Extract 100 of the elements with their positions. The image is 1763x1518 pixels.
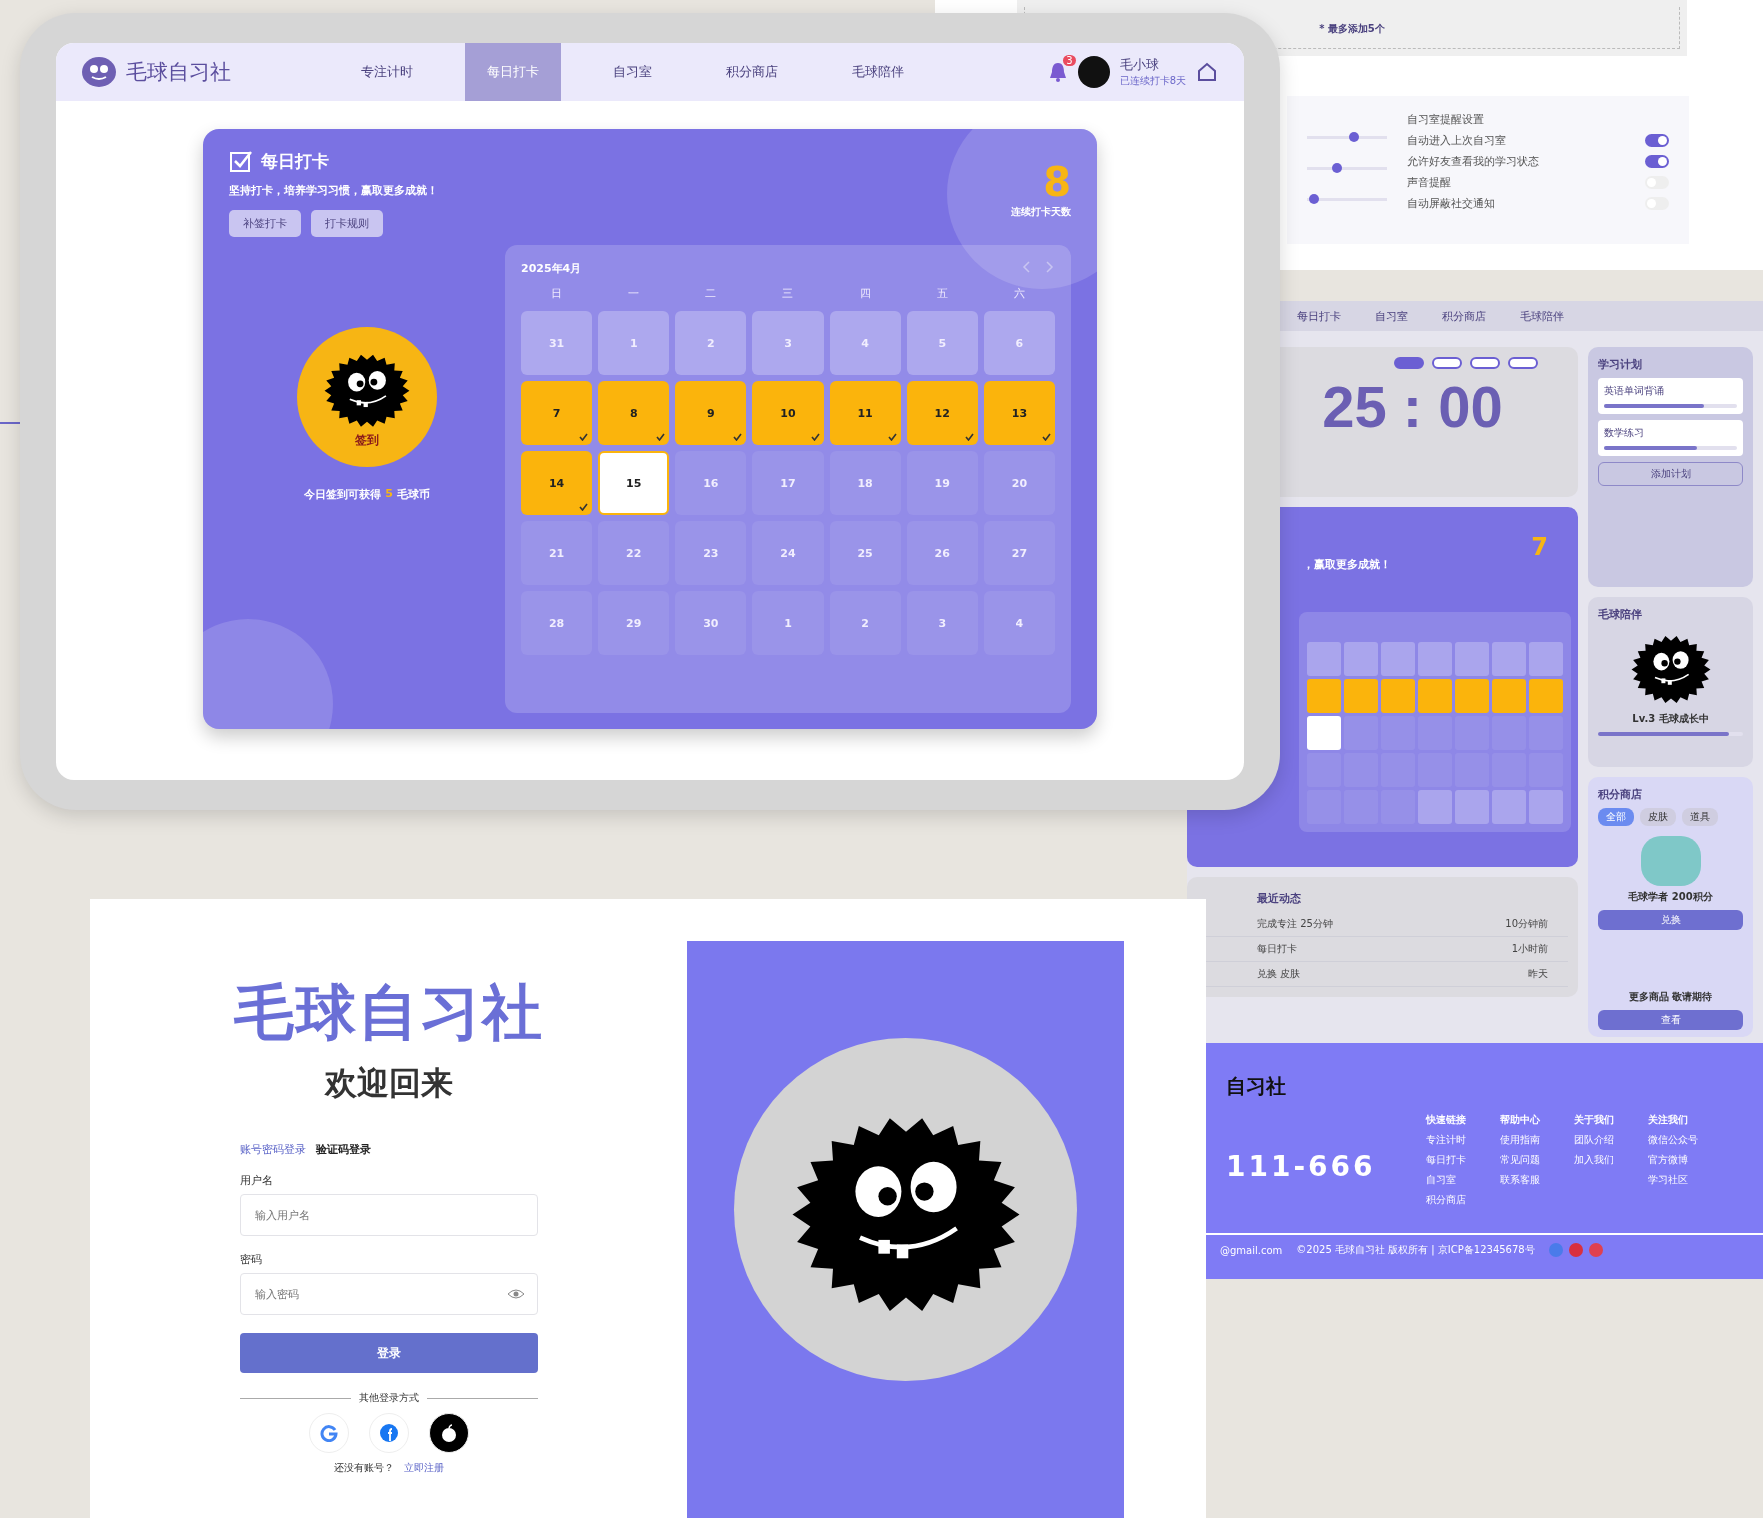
footer-link[interactable]: 使用指南 — [1500, 1133, 1566, 1147]
calendar-day[interactable]: 19 — [906, 451, 978, 515]
calendar-day[interactable]: 15 — [598, 451, 670, 515]
nav-tab[interactable]: 积分商店 — [704, 43, 800, 101]
calendar-day[interactable] — [1381, 679, 1415, 713]
task-card[interactable]: 英语单词背诵 — [1598, 378, 1743, 414]
calendar-day[interactable]: 2 — [829, 591, 901, 655]
footer-link[interactable]: 官方微博 — [1648, 1153, 1714, 1167]
calendar-day[interactable]: 9 — [675, 381, 747, 445]
nav-tab[interactable]: 每日打卡 — [465, 43, 561, 101]
calendar-day[interactable]: 21 — [521, 521, 593, 585]
footer-link[interactable]: 学习社区 — [1648, 1173, 1714, 1187]
calendar-day[interactable]: 27 — [983, 521, 1055, 585]
nav-link[interactable]: 自习室 — [1375, 308, 1408, 324]
mode-pill[interactable] — [1394, 357, 1424, 369]
calendar-day[interactable]: 12 — [906, 381, 978, 445]
nav-tab[interactable]: 毛球陪伴 — [830, 43, 926, 101]
calendar-day[interactable]: 20 — [983, 451, 1055, 515]
calendar-day[interactable] — [1529, 642, 1563, 676]
apple-button[interactable] — [428, 1413, 469, 1453]
social-icon[interactable] — [1588, 1243, 1603, 1257]
calendar-day[interactable]: 1 — [752, 591, 824, 655]
footer-link[interactable]: 常见问题 — [1500, 1153, 1566, 1167]
calendar-day[interactable]: 22 — [598, 521, 670, 585]
add-plan-button[interactable]: 添加计划 — [1598, 462, 1743, 486]
login-tab[interactable]: 账号密码登录 — [239, 1142, 306, 1157]
calendar-day[interactable]: 6 — [983, 311, 1055, 375]
password-input[interactable]: 输入密码 — [252, 1274, 507, 1314]
calendar-day[interactable] — [1492, 679, 1526, 713]
calendar-day[interactable]: 14 — [521, 451, 593, 515]
calendar-day[interactable]: 28 — [521, 591, 593, 655]
shop-tab[interactable]: 全部 — [1598, 808, 1634, 826]
social-icon[interactable] — [1548, 1243, 1563, 1257]
calendar-day[interactable]: 7 — [521, 381, 593, 445]
calendar-day[interactable] — [1492, 790, 1526, 824]
footer-link[interactable]: 团队介绍 — [1574, 1133, 1640, 1147]
calendar-day[interactable] — [1455, 642, 1489, 676]
google-button[interactable] — [308, 1413, 349, 1453]
calendar-day[interactable] — [1492, 642, 1526, 676]
mascot-badge[interactable]: 签到 — [297, 327, 437, 467]
calendar-day[interactable]: 10 — [752, 381, 824, 445]
bell-icon[interactable] — [1047, 61, 1068, 83]
calendar-day[interactable]: 4 — [829, 311, 901, 375]
facebook-button[interactable] — [368, 1413, 409, 1453]
house-icon[interactable] — [1196, 61, 1218, 83]
calendar-day[interactable] — [1344, 642, 1378, 676]
month-arrows-icon[interactable] — [1021, 261, 1055, 273]
calendar-day[interactable]: 8 — [598, 381, 670, 445]
calendar-day[interactable] — [1307, 642, 1341, 676]
task-card[interactable]: 数学练习 — [1598, 420, 1743, 456]
calendar-day[interactable] — [1344, 679, 1378, 713]
action-button[interactable]: 打卡规则 — [311, 210, 383, 237]
footer-link[interactable]: 每日打卡 — [1426, 1153, 1492, 1167]
mode-pill[interactable] — [1432, 357, 1462, 369]
calendar-day[interactable]: 3 — [752, 311, 824, 375]
nav-link[interactable]: 每日打卡 — [1297, 308, 1341, 324]
avatar[interactable] — [1077, 56, 1110, 88]
login-tab[interactable]: 验证码登录 — [315, 1142, 371, 1157]
calendar-day[interactable]: 25 — [829, 521, 901, 585]
calendar-day[interactable] — [1455, 679, 1489, 713]
calendar-day[interactable]: 13 — [983, 381, 1055, 445]
nav-tab[interactable]: 自习室 — [591, 43, 674, 101]
calendar-day[interactable]: 4 — [983, 591, 1055, 655]
social-icon[interactable] — [1568, 1243, 1583, 1257]
calendar-day[interactable] — [1455, 790, 1489, 824]
calendar-day[interactable] — [1307, 679, 1341, 713]
slider-thumb[interactable] — [1331, 163, 1342, 173]
view-button[interactable]: 查看 — [1598, 1010, 1743, 1030]
nav-link[interactable]: 积分商店 — [1442, 308, 1486, 324]
footer-link[interactable]: 加入我们 — [1574, 1153, 1640, 1167]
shop-tab[interactable]: 道具 — [1682, 808, 1718, 826]
footer-link[interactable]: 微信公众号 — [1648, 1133, 1714, 1147]
toggle-switch[interactable] — [1645, 155, 1669, 168]
action-button[interactable]: 补签打卡 — [229, 210, 301, 237]
calendar-day[interactable]: 17 — [752, 451, 824, 515]
eye-icon[interactable] — [506, 1288, 525, 1300]
slider-thumb[interactable] — [1349, 132, 1359, 142]
calendar-day[interactable]: 3 — [906, 591, 978, 655]
calendar-day[interactable]: 11 — [829, 381, 901, 445]
footer-link[interactable]: 积分商店 — [1426, 1193, 1492, 1207]
calendar-day[interactable] — [1307, 716, 1341, 750]
login-button[interactable]: 登录 — [239, 1333, 538, 1373]
calendar-day[interactable] — [1418, 679, 1452, 713]
calendar-day[interactable]: 18 — [829, 451, 901, 515]
calendar-day[interactable]: 29 — [598, 591, 670, 655]
calendar-day[interactable]: 24 — [752, 521, 824, 585]
calendar-day[interactable]: 30 — [675, 591, 747, 655]
calendar-day[interactable]: 5 — [906, 311, 978, 375]
toggle-switch[interactable] — [1645, 134, 1669, 147]
calendar-day[interactable]: 26 — [906, 521, 978, 585]
calendar-day[interactable]: 2 — [675, 311, 747, 375]
calendar-day[interactable] — [1529, 679, 1563, 713]
calendar-day[interactable] — [1418, 790, 1452, 824]
register-link[interactable]: 立即注册 — [403, 1461, 444, 1475]
calendar-day[interactable]: 23 — [675, 521, 747, 585]
nav-tab[interactable]: 专注计时 — [339, 43, 435, 101]
footer-link[interactable]: 联系客服 — [1500, 1173, 1566, 1187]
buy-button[interactable]: 兑换 — [1598, 910, 1743, 930]
footer-link[interactable]: 专注计时 — [1426, 1133, 1492, 1147]
password-field[interactable]: 输入密码 — [239, 1273, 538, 1315]
